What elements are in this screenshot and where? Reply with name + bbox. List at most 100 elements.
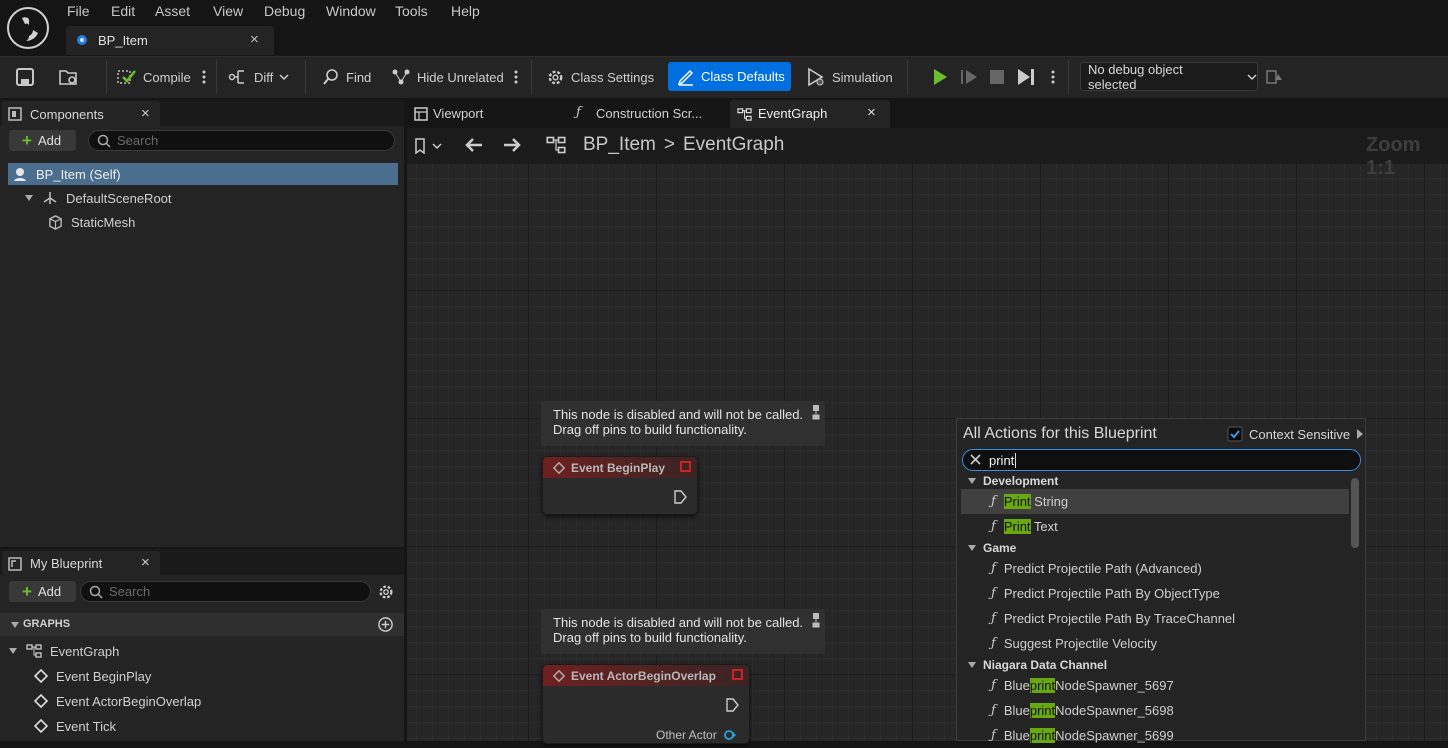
resume-button[interactable] (960, 62, 978, 92)
simulation-button[interactable]: Simulation (806, 62, 893, 92)
graphs-section-header[interactable]: GRAPHS (0, 613, 404, 636)
function-icon: ƒ (991, 636, 996, 651)
browse-button[interactable] (58, 62, 80, 92)
add-member-button[interactable]: + Add (9, 581, 76, 602)
breadcrumb-graph[interactable]: EventGraph (683, 134, 784, 156)
action-category-header[interactable]: Niagara Data Channel (961, 656, 1349, 673)
compile-label: Compile (143, 69, 191, 85)
my-blueprint-search-input[interactable]: Search (80, 581, 371, 602)
my-blueprint-tab[interactable]: My Blueprint × (2, 551, 160, 576)
plus-icon: + (22, 581, 32, 601)
event-item-actorbeginoverlap[interactable]: Event ActorBeginOverlap (34, 690, 201, 712)
debug-object-dropdown[interactable]: No debug object selected (1080, 62, 1258, 92)
object-pin-icon[interactable] (723, 729, 737, 741)
close-icon[interactable]: × (141, 105, 150, 122)
breadcrumb-root[interactable]: BP_Item (583, 134, 656, 156)
gear-icon[interactable] (377, 583, 395, 601)
class-settings-label: Class Settings (571, 69, 655, 85)
tab-eventgraph[interactable]: EventGraph × (730, 100, 890, 128)
menu-tools[interactable]: Tools (395, 3, 428, 21)
action-item[interactable]: ƒ Print Text (961, 514, 1349, 539)
compile-button[interactable]: Compile (117, 62, 191, 92)
save-icon (15, 67, 35, 87)
graph-icon (737, 107, 752, 122)
menu-asset[interactable]: Asset (155, 3, 190, 21)
blueprint-tab-icon (8, 557, 22, 571)
exec-pin-icon[interactable] (725, 698, 739, 712)
back-arrow-icon[interactable] (464, 137, 484, 153)
pin-icon[interactable] (811, 404, 821, 420)
search-placeholder: Search (117, 133, 159, 148)
action-category-header[interactable]: Game (961, 539, 1349, 556)
event-item-tick[interactable]: Event Tick (34, 715, 116, 737)
tab-construction-script[interactable]: ƒ Construction Scr... (572, 101, 730, 127)
tree-item-label: StaticMesh (71, 214, 136, 230)
class-settings-button[interactable]: Class Settings (546, 62, 654, 92)
menu-window[interactable]: Window (326, 3, 376, 21)
menu-edit[interactable]: Edit (111, 3, 135, 21)
hide-unrelated-options-icon[interactable] (512, 62, 520, 92)
action-item[interactable]: ƒ Predict Projectile Path By ObjectType (961, 581, 1349, 606)
play-icon (931, 68, 949, 86)
add-component-button[interactable]: + Add (9, 130, 76, 151)
menu-file[interactable]: File (67, 3, 90, 21)
stop-button[interactable] (989, 62, 1005, 92)
action-item[interactable]: ƒ Print String (961, 489, 1349, 514)
action-search-input[interactable]: print (962, 449, 1361, 471)
action-item[interactable]: ƒ BlueprintNodeSpawner_5698 (961, 698, 1349, 723)
menu-debug[interactable]: Debug (264, 3, 305, 21)
pin-icon[interactable] (811, 612, 821, 628)
delegate-pin-icon[interactable] (680, 461, 691, 472)
event-actorbeginoverlap-node[interactable]: Event ActorBeginOverlap Other Actor (542, 664, 750, 744)
forward-arrow-icon[interactable] (502, 137, 522, 153)
tab-viewport[interactable]: Viewport (410, 101, 570, 127)
menu-help[interactable]: Help (451, 3, 480, 21)
hide-unrelated-button[interactable]: Hide Unrelated (391, 62, 504, 92)
event-beginplay-node[interactable]: Event BeginPlay (542, 456, 698, 515)
menu-view[interactable]: View (213, 3, 243, 21)
bookmark-icon[interactable] (413, 138, 443, 154)
delegate-pin-icon[interactable] (732, 669, 743, 680)
graph-item-eventgraph[interactable]: EventGraph (8, 640, 119, 662)
scrollbar-thumb[interactable] (1351, 478, 1359, 548)
document-tab[interactable]: BP_Item × (66, 26, 274, 55)
save-button[interactable] (15, 62, 35, 92)
action-item[interactable]: ƒ BlueprintNodeSpawner_5699 (961, 723, 1349, 748)
play-button[interactable] (931, 62, 949, 92)
class-defaults-button[interactable]: Class Defaults (668, 62, 791, 91)
add-circle-icon[interactable] (377, 616, 394, 633)
close-icon[interactable]: × (867, 104, 876, 121)
unreal-logo-icon[interactable] (6, 6, 50, 50)
action-item[interactable]: ƒ Predict Projectile Path By TraceChannel (961, 606, 1349, 631)
match-highlight: Print (1003, 494, 1031, 509)
tree-item-label: DefaultSceneRoot (66, 190, 172, 206)
eject-button[interactable] (1016, 62, 1036, 92)
tree-item-default-scene-root[interactable]: DefaultSceneRoot (24, 187, 172, 209)
exec-pin-icon[interactable] (673, 490, 687, 504)
node-title: Event ActorBeginOverlap (571, 668, 716, 683)
event-item-beginplay[interactable]: Event BeginPlay (34, 665, 151, 687)
tree-item-static-mesh[interactable]: StaticMesh (48, 211, 135, 233)
action-item[interactable]: ƒ Predict Projectile Path (Advanced) (961, 556, 1349, 581)
stop-icon (989, 69, 1005, 85)
action-category-header[interactable]: Development (961, 472, 1349, 489)
play-options-icon[interactable] (1049, 62, 1057, 92)
event-item-label: Event BeginPlay (56, 668, 152, 684)
clear-search-icon[interactable] (969, 453, 982, 466)
action-item[interactable]: ƒ BlueprintNodeSpawner_5697 (961, 673, 1349, 698)
components-tab[interactable]: Components × (2, 101, 160, 126)
breadcrumb: BP_Item > EventGraph (583, 134, 784, 156)
diff-button[interactable]: Diff (228, 62, 289, 92)
debug-filter-icon[interactable] (1266, 62, 1284, 92)
close-icon[interactable]: × (141, 554, 150, 571)
context-sensitive-toggle[interactable]: Context Sensitive (1227, 426, 1364, 442)
find-button[interactable]: Find (322, 62, 371, 92)
checkbox-checked-icon[interactable] (1227, 426, 1243, 442)
tree-item-self[interactable]: BP_Item (Self) (8, 163, 398, 185)
compile-options-icon[interactable] (200, 62, 208, 92)
components-search-input[interactable]: Search (88, 130, 395, 151)
function-icon: ƒ (991, 494, 996, 509)
action-item-label: Print Text (1003, 519, 1058, 534)
close-icon[interactable]: × (250, 31, 259, 48)
action-item[interactable]: ƒ Suggest Projectile Velocity (961, 631, 1349, 656)
